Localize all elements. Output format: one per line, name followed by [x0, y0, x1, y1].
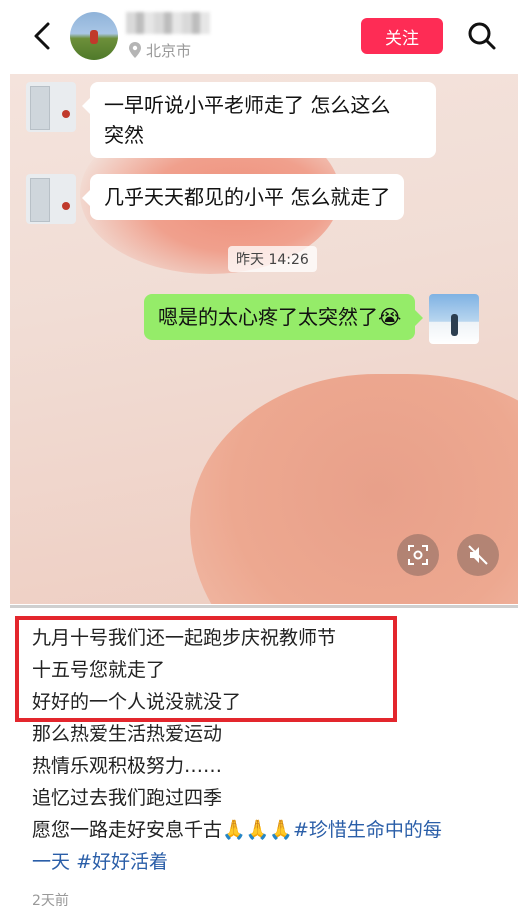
avatar-flower [62, 110, 70, 118]
caption-line: 那么热爱生活热爱运动 [32, 723, 223, 745]
author-avatar[interactable] [70, 12, 118, 60]
highlight-box [15, 616, 397, 722]
scan-button[interactable] [397, 534, 439, 576]
post-time: 2天前 [32, 893, 69, 909]
chat-timestamp: 昨天 14:26 [228, 246, 317, 272]
media-divider [10, 605, 518, 608]
back-arrow-icon[interactable] [28, 20, 58, 52]
caption-line: 愿您一路走好安息千古🙏🙏🙏#珍惜生命中的每 [32, 814, 512, 846]
location-tag: 北京市 [128, 40, 191, 60]
contact-avatar [26, 82, 76, 132]
avatar-flower [62, 202, 70, 210]
message-line: 突然 [104, 123, 144, 147]
chat-message-right: 嗯是的太心疼了太突然了😭 [144, 294, 480, 344]
message-bubble: 几乎天天都见的小平 怎么就走了 [81, 174, 405, 220]
message-line: 几乎天天都见的小平 怎么就走了 [104, 185, 391, 209]
contact-avatar [26, 174, 76, 224]
follow-button[interactable]: 关注 [361, 18, 443, 54]
hashtag-link[interactable]: #好好活着 [76, 851, 168, 873]
message-line: 一早听说小平老师走了 怎么这么 [104, 93, 391, 117]
chat-message-left: 几乎天天都见的小平 怎么就走了 [26, 174, 405, 224]
avatar-figure [90, 30, 98, 44]
author-name-blurred[interactable] [126, 12, 210, 34]
top-bar: 北京市 关注 [0, 0, 524, 74]
hashtag-link[interactable]: #珍惜生命中的每 [293, 819, 442, 841]
post-image[interactable]: 一早听说小平老师走了 怎么这么 突然 几乎天天都见的小平 怎么就走了 昨天 14… [10, 74, 518, 604]
mute-button[interactable] [457, 534, 499, 576]
search-icon[interactable] [466, 20, 498, 52]
caption-line: 一天 #好好活着 [32, 846, 512, 878]
message-line: 嗯是的太心疼了太突然了😭 [158, 305, 402, 329]
message-bubble: 一早听说小平老师走了 怎么这么 突然 [82, 82, 436, 158]
message-bubble: 嗯是的太心疼了太突然了😭 [144, 294, 424, 340]
mute-icon [468, 545, 488, 565]
caption-text: 愿您一路走好安息千古🙏🙏🙏 [32, 819, 293, 841]
location-text: 北京市 [146, 41, 192, 60]
avatar-figure [451, 314, 459, 336]
scan-icon [408, 545, 428, 565]
self-avatar [429, 294, 480, 344]
avatar-window [30, 178, 50, 222]
hashtag-link[interactable]: 一天 [32, 851, 70, 873]
caption-line: 追忆过去我们跑过四季 [32, 787, 223, 809]
avatar-window [30, 86, 50, 130]
location-pin-icon [129, 42, 141, 58]
caption-line: 热情乐观积极努力…… [32, 755, 223, 777]
chat-message-left: 一早听说小平老师走了 怎么这么 突然 [26, 82, 436, 158]
